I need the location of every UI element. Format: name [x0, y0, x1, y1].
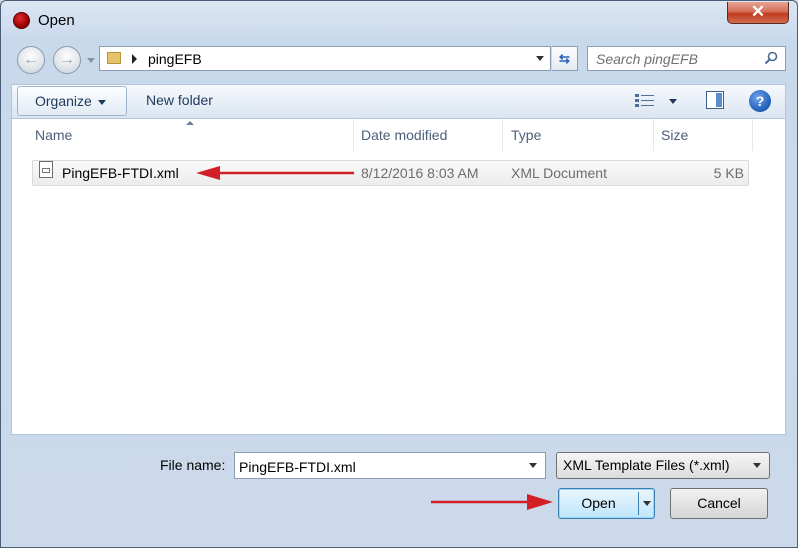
new-folder-button[interactable]: New folder	[138, 86, 221, 116]
refresh-icon: ⇆	[559, 51, 570, 66]
views-dropdown-button[interactable]	[669, 99, 677, 104]
open-button-label: Open	[581, 495, 616, 511]
file-name: PingEFB-FTDI.xml	[62, 165, 179, 181]
address-bar[interactable]: pingEFB	[99, 46, 551, 71]
file-type-dropdown[interactable]: XML Template Files (*.xml)	[556, 452, 770, 479]
file-name-combobox[interactable]	[234, 452, 546, 480]
column-header-name[interactable]: Name	[35, 119, 355, 151]
split-divider	[638, 492, 639, 515]
window-title: Open	[38, 12, 75, 29]
address-dropdown-button[interactable]	[530, 47, 550, 70]
views-icon[interactable]	[634, 93, 656, 109]
search-input[interactable]	[588, 47, 766, 70]
open-dialog: Open ✕ ← → pingEFB ⇆ Search pingEFB Orga…	[0, 0, 798, 548]
annotation-arrow	[196, 166, 354, 180]
column-divider[interactable]	[502, 119, 503, 151]
folder-icon	[107, 52, 121, 64]
breadcrumb-item[interactable]: pingEFB	[148, 51, 202, 67]
chevron-down-icon	[753, 463, 761, 468]
chevron-down-icon	[536, 56, 544, 61]
recent-locations-dropdown[interactable]	[87, 58, 95, 63]
help-icon[interactable]: ?	[749, 90, 771, 112]
command-bar: Organize New folder ?	[11, 84, 786, 119]
file-list: Name Date modified Type Size PingEFB-FTD…	[11, 119, 786, 435]
breadcrumb-chevron-icon[interactable]	[132, 54, 137, 64]
file-type-selected: XML Template Files (*.xml)	[563, 457, 730, 473]
app-icon	[13, 12, 30, 29]
forward-icon: →	[59, 51, 75, 68]
back-icon: ←	[23, 51, 39, 68]
column-divider[interactable]	[653, 119, 654, 151]
file-row[interactable]: PingEFB-FTDI.xml 8/12/2016 8:03 AM XML D…	[32, 160, 749, 186]
column-header-size[interactable]: Size	[661, 119, 751, 151]
column-divider[interactable]	[353, 119, 354, 151]
file-date-modified: 8/12/2016 8:03 AM	[361, 165, 479, 181]
file-size: 5 KB	[713, 165, 744, 181]
organize-label: Organize	[35, 93, 92, 109]
title-bar[interactable]: Open ✕	[1, 1, 797, 39]
organize-button[interactable]: Organize	[17, 86, 127, 116]
file-type: XML Document	[511, 165, 607, 181]
open-button[interactable]: Open	[558, 488, 655, 519]
forward-button[interactable]: →	[53, 46, 81, 74]
close-icon: ✕	[750, 2, 766, 21]
refresh-button[interactable]: ⇆	[552, 46, 578, 71]
back-button[interactable]: ←	[17, 46, 45, 74]
xml-file-icon	[39, 161, 53, 178]
column-header-type[interactable]: Type	[511, 119, 651, 151]
open-options-chevron-icon[interactable]	[643, 501, 651, 506]
search-box[interactable]	[587, 46, 786, 71]
column-header-date-modified[interactable]: Date modified	[361, 119, 501, 151]
close-button[interactable]: ✕	[727, 2, 789, 24]
cancel-button[interactable]: Cancel	[670, 488, 768, 519]
search-icon[interactable]	[764, 51, 778, 65]
column-divider[interactable]	[752, 119, 753, 151]
annotation-arrow	[431, 494, 553, 510]
navigation-bar: ← → pingEFB ⇆	[1, 39, 797, 81]
preview-pane-icon[interactable]	[706, 91, 724, 109]
chevron-down-icon	[97, 99, 106, 105]
chevron-down-icon[interactable]	[529, 463, 537, 468]
file-name-label: File name:	[160, 457, 226, 473]
file-name-input[interactable]	[235, 453, 521, 480]
